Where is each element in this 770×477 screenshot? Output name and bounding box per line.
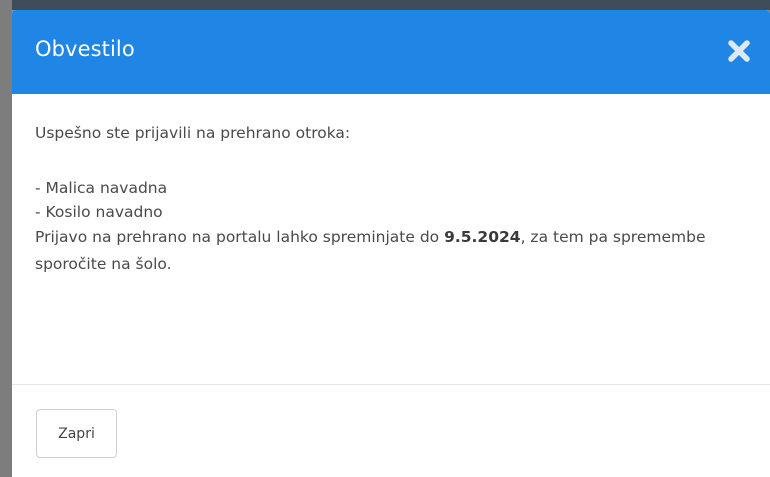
modal-title: Obvestilo	[35, 37, 135, 61]
meal-list: - Malica navadna - Kosilo navadno	[35, 176, 747, 224]
modal-header: Obvestilo	[12, 10, 770, 94]
close-x-glyph	[728, 40, 750, 62]
background-left-edge	[0, 0, 12, 477]
modal-body: Uspešno ste prijavili na prehrano otroka…	[12, 94, 770, 278]
note-text-before: Prijavo na prehrano na portalu lahko spr…	[35, 228, 445, 246]
intro-text: Uspešno ste prijavili na prehrano otroka…	[35, 124, 351, 142]
close-button[interactable]: Zapri	[36, 409, 117, 458]
background-topbar	[0, 0, 770, 10]
close-x-icon[interactable]	[726, 38, 752, 64]
deadline-date: 9.5.2024	[444, 228, 521, 246]
meal-item-malica: - Malica navadna	[35, 179, 168, 197]
notification-modal: Obvestilo Uspešno ste prijavili na prehr…	[12, 10, 770, 477]
meal-item-kosilo: - Kosilo navadno	[35, 203, 163, 221]
deadline-note: Prijavo na prehrano na portalu lahko spr…	[35, 224, 735, 278]
footer-divider	[12, 384, 770, 385]
